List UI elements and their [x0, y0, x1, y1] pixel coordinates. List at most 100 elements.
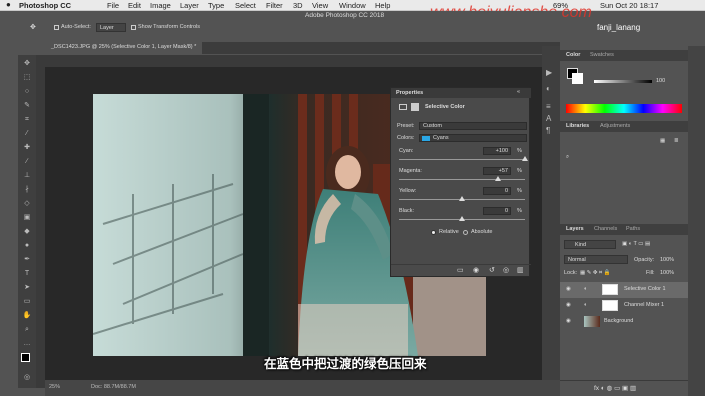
move-tool-icon[interactable]: ✥ — [30, 23, 36, 31]
tab-libraries[interactable]: Libraries — [566, 123, 589, 129]
auto-select-dropdown[interactable]: Layer — [96, 23, 126, 32]
actions-icon[interactable]: ◐ — [546, 84, 551, 93]
color-background-swatch[interactable] — [572, 73, 583, 84]
doc-size[interactable]: Doc: 88.7M/88.7M — [91, 384, 136, 390]
layer-row[interactable]: ◉ ◐ Channel Mixer 1 — [560, 298, 688, 314]
slider-value-field[interactable]: 0 — [483, 187, 511, 195]
tab-swatches[interactable]: Swatches — [590, 52, 614, 58]
menu-layer[interactable]: Layer — [180, 1, 199, 10]
delete-adjustment-icon[interactable]: ▥ — [517, 266, 524, 274]
menu-type[interactable]: Type — [208, 1, 224, 10]
colors-dropdown[interactable]: Cyans — [419, 134, 527, 142]
tab-paths[interactable]: Paths — [626, 226, 640, 232]
relative-radio[interactable] — [431, 230, 436, 235]
lock-icons[interactable]: ▦ ✎ ✥ ⌗ 🔒 — [580, 270, 610, 277]
quick-mask-icon[interactable]: ◎ — [22, 373, 32, 383]
character-icon[interactable]: A — [546, 114, 551, 123]
move-icon[interactable]: ✥ — [22, 59, 32, 69]
collapse-icon[interactable]: « — [517, 89, 520, 95]
marquee-icon[interactable]: ⬚ — [22, 73, 32, 83]
eye-icon[interactable]: ◉ — [566, 286, 571, 292]
slider-track[interactable] — [399, 159, 525, 160]
zoom-icon[interactable]: ⌕ — [22, 325, 32, 335]
blend-mode-dropdown[interactable]: Normal — [564, 255, 628, 264]
eye-icon[interactable]: ◉ — [566, 318, 571, 324]
crop-icon[interactable]: ⌗ — [22, 115, 32, 125]
absolute-radio[interactable] — [463, 230, 468, 235]
dodge-icon[interactable]: ● — [22, 241, 32, 251]
paragraph-icon[interactable]: ¶ — [546, 126, 550, 135]
lasso-icon[interactable]: ○ — [22, 87, 32, 97]
brush-icon[interactable]: ∕ — [22, 157, 32, 167]
hand-icon[interactable]: ✋ — [22, 311, 32, 321]
tab-layers[interactable]: Layers — [566, 226, 584, 232]
k-slider-track[interactable] — [594, 80, 652, 83]
properties-icon[interactable]: ≡ — [546, 102, 551, 111]
layer-thumbnail[interactable] — [584, 316, 600, 327]
opacity-value[interactable]: 100% — [660, 257, 674, 263]
preset-dropdown[interactable]: Custom — [419, 122, 527, 130]
menu-filter[interactable]: Filter — [266, 1, 283, 10]
shape-icon[interactable]: ▭ — [22, 297, 32, 307]
library-search-icon[interactable]: ⌕ — [566, 154, 569, 161]
user-name[interactable]: fanji_lanang — [597, 23, 640, 32]
eye-icon[interactable]: ◉ — [566, 302, 571, 308]
apple-icon[interactable]: ● — [6, 0, 11, 9]
layer-row[interactable]: ◉ Background — [560, 314, 688, 330]
layer-mask-thumbnail[interactable] — [602, 284, 618, 295]
quick-select-icon[interactable]: ✎ — [22, 101, 32, 111]
color-spectrum[interactable] — [566, 104, 682, 113]
auto-select-checkbox[interactable] — [54, 25, 59, 30]
history-icon[interactable]: ▶ — [546, 68, 552, 77]
layer-row[interactable]: ◉ ◐ Selective Color 1 — [560, 282, 688, 298]
k-value[interactable]: 100 — [656, 78, 665, 84]
fill-value[interactable]: 100% — [660, 270, 674, 276]
blur-icon[interactable]: ◆ — [22, 227, 32, 237]
filter-icons[interactable]: ▣ ◐ T ▭ ▤ — [622, 241, 650, 247]
slider-thumb[interactable] — [522, 156, 528, 161]
transform-checkbox[interactable] — [131, 25, 136, 30]
healing-icon[interactable]: ✚ — [22, 143, 32, 153]
view-previous-icon[interactable]: ◉ — [473, 266, 479, 274]
menu-help[interactable]: Help — [375, 1, 390, 10]
tab-channels[interactable]: Channels — [594, 226, 617, 232]
visibility-icon[interactable]: ◎ — [503, 266, 509, 274]
history-brush-icon[interactable]: ∤ — [22, 185, 32, 195]
reset-icon[interactable]: ↺ — [489, 266, 495, 274]
tab-adjustments[interactable]: Adjustments — [600, 123, 630, 129]
menu-select[interactable]: Select — [235, 1, 256, 10]
slider-thumb[interactable] — [459, 196, 465, 201]
slider-value-field[interactable]: 0 — [483, 207, 511, 215]
grid-view-icon[interactable]: ▦ — [660, 138, 665, 144]
gradient-icon[interactable]: ▣ — [22, 213, 32, 223]
right-scrollbar[interactable] — [688, 46, 705, 396]
mask-icon[interactable] — [411, 103, 419, 111]
layer-footer-icons[interactable]: fx ◐ ◍ ▭ ▣ ▥ — [594, 384, 636, 392]
document-tab[interactable]: _DSC1423.JPG @ 25% (Selective Color 1, L… — [45, 42, 203, 54]
foreground-color-swatch[interactable] — [21, 353, 30, 362]
app-menu[interactable]: Photoshop CC — [19, 1, 71, 10]
more-tools-icon[interactable]: … — [22, 339, 32, 349]
menu-edit[interactable]: Edit — [128, 1, 141, 10]
list-view-icon[interactable]: ≣ — [674, 138, 679, 144]
menu-3d[interactable]: 3D — [293, 1, 303, 10]
clip-to-layer-icon[interactable]: ▭ — [457, 266, 464, 274]
menu-window[interactable]: Window — [339, 1, 366, 10]
clock[interactable]: Sun Oct 20 18:17 — [600, 1, 658, 10]
slider-track[interactable] — [399, 179, 525, 180]
menu-image[interactable]: Image — [150, 1, 171, 10]
slider-value-field[interactable]: +57 — [483, 167, 511, 175]
tab-color[interactable]: Color — [566, 52, 580, 58]
zoom-level[interactable]: 25% — [49, 384, 60, 390]
layer-mask-thumbnail[interactable] — [602, 300, 618, 311]
slider-value-field[interactable]: +100 — [483, 147, 511, 155]
slider-thumb[interactable] — [494, 176, 501, 181]
kind-filter-dropdown[interactable]: Kind — [564, 240, 616, 249]
menu-file[interactable]: File — [107, 1, 119, 10]
path-select-icon[interactable]: ➤ — [22, 283, 32, 293]
slider-thumb[interactable] — [459, 216, 465, 221]
stamp-icon[interactable]: ⊥ — [22, 171, 32, 181]
eyedropper-icon[interactable]: ⁄ — [22, 129, 32, 139]
menu-view[interactable]: View — [312, 1, 328, 10]
type-icon[interactable]: T — [22, 269, 32, 279]
